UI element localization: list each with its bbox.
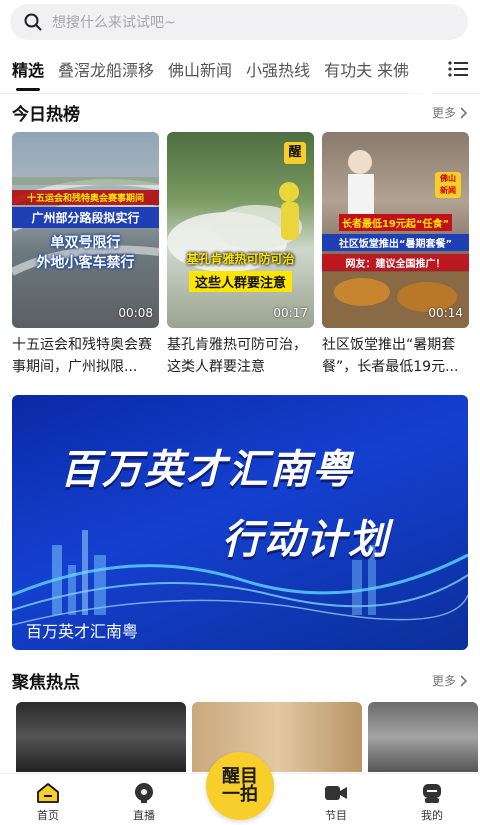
tab-kungfu[interactable]: 有功夫 来佛 [324,57,409,81]
category-tabs: 精选 叠滘龙船漂移 佛山新闻 小强热线 有功夫 来佛 [0,43,480,94]
foshan-news-badge-icon: 佛山 新闻 [435,172,461,198]
search-input[interactable]: 想搜什么来试试吧~ [10,4,468,40]
chevron-right-icon [460,674,468,687]
overlay-line: 外地小客车禁行 [36,255,135,271]
video-card[interactable]: 醒 基孔肯雅热可防可治 这些人群要注意 00:17 基孔肯雅热可防可治，这类人群… [167,132,314,378]
promo-banner[interactable]: 百万英才汇南粤 行动计划 百万英才汇南粤 [12,395,468,650]
video-caption[interactable]: 基孔肯雅热可防可治，这类人群要注意 [167,334,314,378]
video-thumbnail[interactable]: 十五运会和残特奥会赛事期间 广州部分路段拟实行 单双号限行 外地小客车禁行 00… [12,132,159,328]
home-icon [37,783,59,803]
thumb-overlay-text: 十五运会和残特奥会赛事期间 广州部分路段拟实行 单双号限行 外地小客车禁行 [12,190,159,272]
tab-featured[interactable]: 精选 [12,57,44,91]
nav-live-label: 直播 [133,809,155,822]
menu-list-icon[interactable] [448,60,468,78]
video-duration: 00:17 [273,306,308,320]
tab-dragon-boat[interactable]: 叠滘龙船漂移 [58,57,154,81]
chevron-right-icon [460,106,468,119]
nav-programs[interactable]: 节目 [306,782,366,823]
focus-header: 聚焦热点 更多 [12,668,468,693]
thumb-overlay-text: 基孔肯雅热可防可治 这些人群要注意 [167,250,314,292]
capture-button-line2: 一拍 [222,784,258,805]
overlay-line: 网友：建议全国推广！ [322,254,469,271]
tab-foshan-news[interactable]: 佛山新闻 [168,57,232,81]
video-caption[interactable]: 社区饭堂推出“暑期套餐”，长者最低19元... [322,334,469,378]
video-card[interactable]: 佛山 新闻 长者最低19元起“任食” 社区饭堂推出“暑期套餐” 网友：建议全国推广… [322,132,469,378]
xingmu-logo-icon: 醒 [284,142,306,164]
banner-caption: 百万英才汇南粤 [26,622,139,641]
focus-thumbnail[interactable] [368,702,478,772]
nav-mine[interactable]: 我的 [402,782,462,823]
video-thumbnail[interactable]: 醒 基孔肯雅热可防可治 这些人群要注意 00:17 [167,132,314,328]
search-bar-container: 想搜什么来试试吧~ [0,0,480,44]
nav-live[interactable]: 直播 [114,782,174,823]
hot-list-more-link[interactable]: 更多 [432,104,468,121]
nav-home-label: 首页 [37,809,59,822]
tab-hotline[interactable]: 小强热线 [246,57,310,81]
thumb-overlay-text: 长者最低19元起“任食” 社区饭堂推出“暑期套餐” 网友：建议全国推广！ [322,212,469,271]
overlay-line: 社区饭堂推出“暑期套餐” [322,234,469,251]
overlay-line: 长者最低19元起“任食” [338,214,453,231]
nav-home[interactable]: 首页 [18,782,78,823]
focus-thumbnail[interactable] [16,702,186,772]
nav-programs-label: 节目 [325,809,347,822]
search-icon [24,13,42,31]
hot-list-title: 今日热榜 [12,105,80,125]
video-thumbnail[interactable]: 佛山 新闻 长者最低19元起“任食” 社区饭堂推出“暑期套餐” 网友：建议全国推广… [322,132,469,328]
hot-list-header: 今日热榜 更多 [12,100,468,125]
overlay-line: 单双号限行 [50,235,121,251]
search-placeholder: 想搜什么来试试吧~ [52,15,176,31]
overlay-line: 广州部分路段拟实行 [12,207,159,228]
more-label: 更多 [431,106,456,120]
focus-more-link[interactable]: 更多 [432,672,468,689]
live-icon [135,783,153,803]
video-duration: 00:08 [118,306,153,320]
nav-mine-label: 我的 [421,809,443,822]
tabs-fade [402,43,432,94]
more-label: 更多 [431,674,456,688]
banner-subheadline: 行动计划 [222,517,390,563]
video-duration: 00:14 [428,306,463,320]
video-card[interactable]: 十五运会和残特奥会赛事期间 广州部分路段拟实行 单双号限行 外地小客车禁行 00… [12,132,159,378]
overlay-line: 基孔肯雅热可防可治 [186,252,295,266]
focus-title: 聚焦热点 [12,673,80,693]
video-caption[interactable]: 十五运会和残特奥会赛事期间，广州拟限... [12,334,159,378]
profile-icon [423,784,441,803]
hot-list-cards: 十五运会和残特奥会赛事期间 广州部分路段拟实行 单双号限行 外地小客车禁行 00… [12,132,469,378]
banner-headline: 百万英才汇南粤 [60,447,354,493]
overlay-line: 十五运会和残特奥会赛事期间 [12,190,159,205]
video-camera-icon [325,786,347,800]
capture-button[interactable]: 醒目 一拍 [206,752,274,820]
overlay-line: 这些人群要注意 [188,271,292,292]
